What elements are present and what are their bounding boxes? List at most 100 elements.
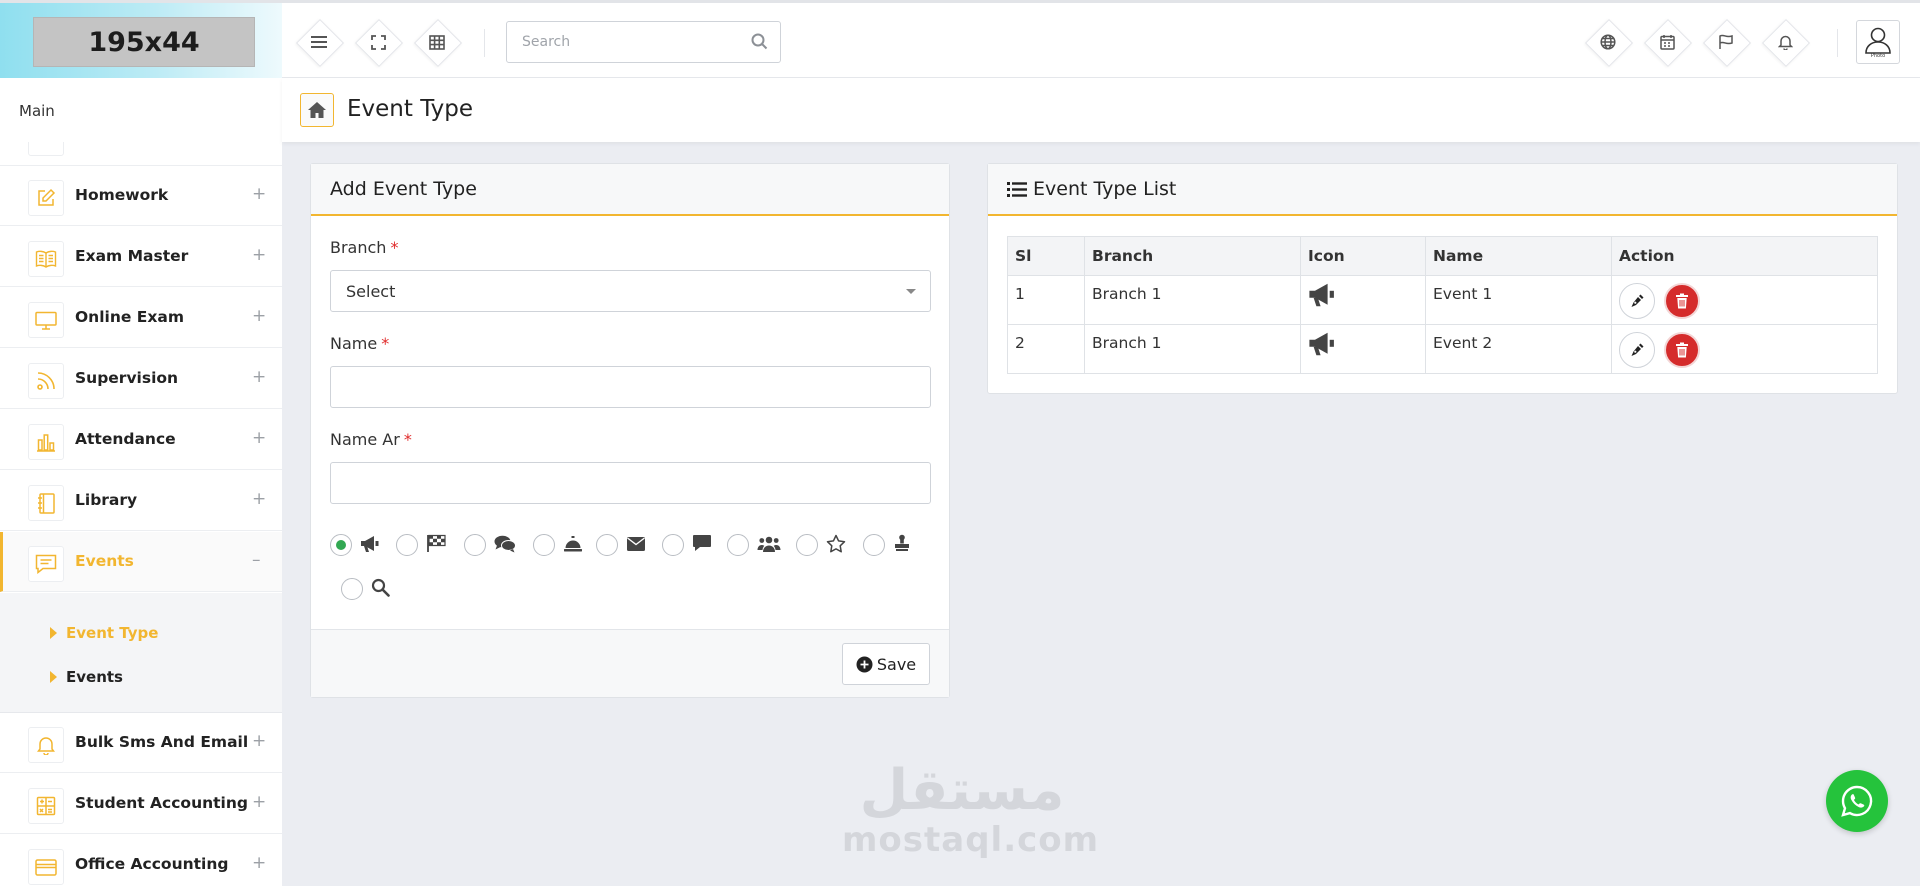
icon-radio-bullhorn[interactable] [330,534,352,556]
sidebar-item-partial[interactable] [0,142,282,166]
language-button[interactable] [1583,17,1633,67]
icon-radio-envelope[interactable] [596,534,618,556]
sidebar-item-label: Supervision [75,369,179,387]
calculator-icon [28,788,64,824]
expand-icon: + [252,792,267,812]
cell-name: Event 1 [1425,275,1612,325]
sidebar-item-label: Exam Master [75,247,189,265]
sidebar-item-events[interactable]: Events – [0,532,282,592]
icon-radio-comment[interactable] [662,534,684,556]
branch-select-value: Select [346,282,396,301]
sidebar-item-supervision[interactable]: Supervision + [0,349,282,409]
sidebar-item-online-exam[interactable]: Online Exam + [0,288,282,348]
list-icon [1007,182,1027,197]
icon-radio-stamp[interactable] [863,534,885,556]
name-input[interactable] [330,366,931,408]
save-button[interactable]: Save [842,643,930,685]
sidebar-item-attendance[interactable]: Attendance + [0,410,282,470]
home-button[interactable] [300,93,334,127]
page-title: Event Type [347,96,474,122]
whatsapp-button[interactable] [1826,770,1888,832]
branch-label-text: Branch [330,238,387,257]
sidebar-subitem-label: Events [66,668,123,686]
notebook-icon [28,485,64,521]
credit-card-icon [28,849,64,885]
cell-branch: Branch 1 [1084,275,1301,325]
delete-button[interactable] [1663,283,1700,319]
cell-branch: Branch 1 [1084,324,1301,374]
expand-icon: + [252,489,267,509]
edit-button[interactable] [1619,332,1655,368]
flag-button[interactable] [1701,17,1751,67]
icon-radio-bell-concierge[interactable] [533,534,555,556]
search-input[interactable] [507,22,737,62]
panel-header: Event Type List [988,164,1897,216]
icon-radio-flag-checkered[interactable] [396,534,418,556]
comments-icon [494,535,516,553]
message-icon [28,546,64,582]
avatar-caption: Photo [1870,53,1886,59]
envelope-icon [627,537,645,551]
sidebar-item-library[interactable]: Library + [0,471,282,531]
cell-action [1611,275,1878,325]
cell-sl: 2 [1007,324,1085,374]
expand-icon: + [252,245,267,265]
menu-icon [311,36,327,48]
sidebar-toggle-button[interactable] [294,17,344,67]
sidebar-item-homework[interactable]: Homework + [0,166,282,226]
event-type-table: Sl Branch Icon Name Action 1 Branch 1 Ev… [1007,236,1878,374]
trash-icon [1675,342,1688,358]
sidebar-item-office-accounting[interactable]: Office Accounting + [0,835,282,886]
logo-placeholder[interactable]: 195x44 [33,17,255,67]
expand-icon: + [252,306,267,326]
sidebar-subitem-label: Event Type [66,624,159,642]
bell-concierge-icon [564,536,582,552]
icon-picker [330,532,930,622]
sidebar-item-icon-box [28,142,64,156]
expand-icon: + [252,853,267,873]
name-ar-input[interactable] [330,462,931,504]
icon-radio-star[interactable] [796,534,818,556]
flag-checkered-icon [427,534,446,552]
save-button-label: Save [876,654,917,674]
fullscreen-button[interactable] [353,17,403,67]
cell-icon [1300,324,1426,374]
required-mark: * [381,334,390,353]
sidebar-item-bulk-sms[interactable]: Bulk Sms And Email + [0,713,282,773]
branch-select[interactable]: Select [330,270,931,312]
stamp-icon [895,534,909,551]
plus-circle-icon [856,656,873,672]
notifications-button[interactable] [1760,17,1810,67]
calendar-button[interactable] [1642,17,1692,67]
sidebar-item-label: Library [75,491,138,509]
caret-right-icon [50,671,57,683]
search-box[interactable] [506,21,781,63]
user-avatar[interactable]: Photo [1856,20,1900,64]
sidebar-subitem-events[interactable]: Events [0,655,282,699]
event-type-list-panel: Event Type List Sl Branch Icon Name Acti… [987,163,1898,394]
icon-radio-search[interactable] [341,578,363,600]
bell-icon [28,727,64,763]
monitor-icon [28,302,64,338]
table-row: 2 Branch 1 Event 2 [1007,324,1878,374]
search-icon[interactable] [751,33,768,50]
users-icon [757,536,781,552]
sidebar-subitem-event-type[interactable]: Event Type [0,611,282,655]
sidebar-menu[interactable]: Homework + Exam Master + Online Exam + S… [0,142,282,886]
rss-icon [28,363,64,399]
sidebar: Main Homework + Exam Master + Online Exa… [0,78,282,886]
sidebar-item-label: Online Exam [75,308,184,326]
icon-radio-comments[interactable] [464,534,486,556]
delete-button[interactable] [1663,332,1700,368]
sidebar-item-student-accounting[interactable]: Student Accounting + [0,774,282,834]
column-header-sl: Sl [1007,236,1085,276]
icon-radio-users[interactable] [727,534,749,556]
grid-menu-button[interactable] [412,17,462,67]
edit-button[interactable] [1619,283,1655,319]
column-header-name: Name [1425,236,1612,276]
trash-icon [1675,293,1688,309]
grid-icon [429,34,445,50]
panel-footer: Save [311,629,949,697]
sidebar-item-exam-master[interactable]: Exam Master + [0,227,282,287]
cell-sl: 1 [1007,275,1085,325]
